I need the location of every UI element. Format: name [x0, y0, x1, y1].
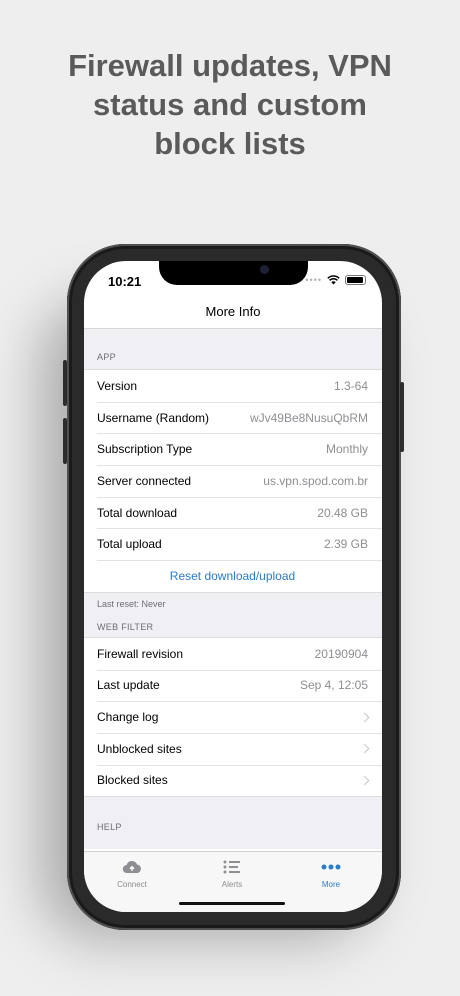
- row-value: 2.39 GB: [323, 537, 368, 552]
- row-blocked-sites[interactable]: Blocked sites: [84, 764, 382, 797]
- reset-download-upload-button[interactable]: Reset download/upload: [84, 560, 382, 592]
- row-firewall-revision: Firewall revision 20190904: [84, 638, 382, 670]
- settings-list: APP Version 1.3-64 Username (Random) wJv…: [84, 329, 382, 849]
- status-time: 10:21: [108, 274, 142, 289]
- row-label: Total upload: [97, 537, 162, 552]
- row-value: 20190904: [314, 646, 368, 661]
- row-subscription-type: Subscription Type Monthly: [84, 433, 382, 465]
- last-reset-note: Last reset: Never: [97, 598, 166, 609]
- row-label: Username (Random): [97, 410, 210, 425]
- tab-label: Connect: [117, 880, 147, 889]
- status-icons: ••••: [305, 275, 366, 285]
- chevron-right-icon: [359, 775, 370, 786]
- list-icon: [223, 860, 240, 874]
- app-group: Version 1.3-64 Username (Random) wJv49Be…: [84, 369, 382, 593]
- front-camera: [260, 265, 269, 274]
- row-label: Change log: [97, 710, 159, 725]
- row-total-download: Total download 20.48 GB: [84, 496, 382, 529]
- section-header-web-filter: WEB FILTER: [97, 621, 154, 632]
- tab-alerts[interactable]: Alerts: [187, 858, 277, 889]
- tab-label: More: [321, 880, 341, 889]
- row-label: Server connected: [97, 473, 192, 488]
- signal-icon: ••••: [305, 275, 322, 285]
- phone-side-button-right: [400, 382, 404, 452]
- promo-headline: Firewall updates, VPN status and custom …: [0, 46, 460, 163]
- row-username: Username (Random) wJv49Be8NusuQbRM: [84, 401, 382, 434]
- row-label: Last update: [97, 678, 160, 693]
- row-label: Version: [97, 378, 138, 393]
- nav-bar: More Info: [84, 297, 382, 329]
- row-change-log[interactable]: Change log: [84, 701, 382, 733]
- notch: [159, 261, 308, 285]
- row-value: 20.48 GB: [317, 505, 368, 520]
- chevron-right-icon: [359, 712, 370, 722]
- wifi-icon: [327, 275, 340, 285]
- promo-line-2: status and custom: [93, 87, 367, 122]
- battery-icon: [345, 275, 366, 285]
- chevron-right-icon: [359, 743, 370, 754]
- section-header-help: HELP: [97, 822, 122, 833]
- row-value: wJv49Be8NusuQbRM: [249, 410, 368, 425]
- row-value: us.vpn.spod.com.br: [263, 473, 368, 488]
- promo-line-3: block lists: [154, 126, 306, 161]
- row-version: Version 1.3-64: [84, 370, 382, 402]
- promo-line-1: Firewall updates, VPN: [68, 48, 392, 83]
- page-title: More Info: [205, 304, 261, 319]
- tab-connect[interactable]: Connect: [87, 858, 177, 889]
- more-dots-icon: [321, 864, 341, 870]
- row-value: 1.3-64: [333, 378, 368, 393]
- phone-screen: 10:21 •••• More Info APP Version 1.3-64 …: [84, 261, 382, 912]
- row-value: Monthly: [325, 442, 368, 457]
- section-header-app: APP: [97, 352, 116, 362]
- row-label: Blocked sites: [97, 773, 168, 788]
- phone-side-button-left-2: [63, 418, 67, 464]
- phone-side-button-left: [63, 360, 67, 406]
- row-unblocked-sites[interactable]: Unblocked sites: [84, 732, 382, 765]
- row-total-upload: Total upload 2.39 GB: [84, 528, 382, 560]
- reset-button-label: Reset download/upload: [169, 568, 296, 583]
- home-indicator[interactable]: [179, 902, 285, 905]
- row-label: Firewall revision: [97, 646, 184, 661]
- row-label: Subscription Type: [97, 442, 193, 457]
- tab-more[interactable]: More: [286, 858, 376, 889]
- tab-label: Alerts: [221, 880, 243, 889]
- cloud-upload-icon: [122, 861, 141, 874]
- web-filter-group: Firewall revision 20190904 Last update S…: [84, 636, 382, 798]
- row-server-connected: Server connected us.vpn.spod.com.br: [84, 465, 382, 497]
- row-value: Sep 4, 12:05: [299, 678, 368, 693]
- row-label: Unblocked sites: [97, 741, 182, 756]
- row-last-update: Last update Sep 4, 12:05: [84, 669, 382, 702]
- row-label: Total download: [97, 505, 178, 520]
